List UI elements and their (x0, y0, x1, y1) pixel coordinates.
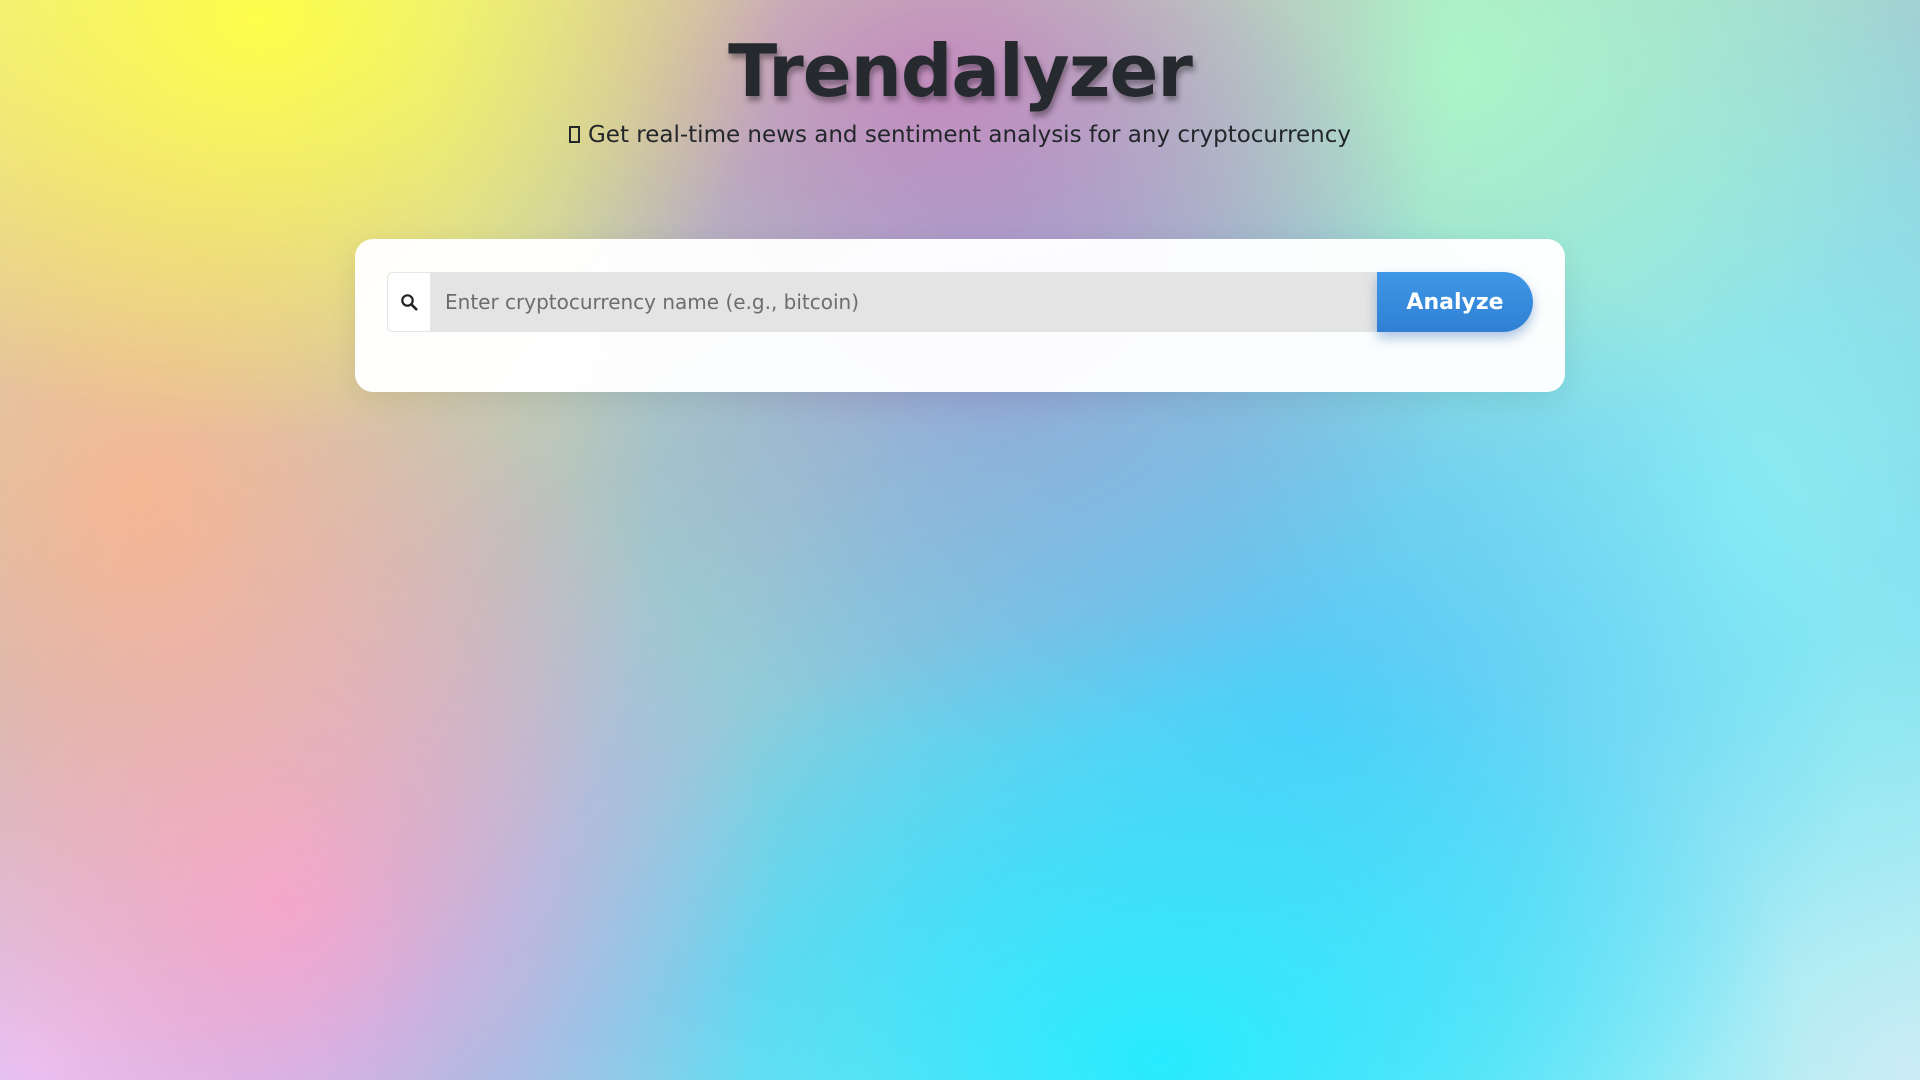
missing-glyph-icon (568, 126, 580, 143)
search-bar: Analyze (387, 272, 1533, 332)
search-input[interactable] (431, 272, 1377, 332)
analyze-button[interactable]: Analyze (1377, 272, 1533, 332)
page-subtitle: Get real-time news and sentiment analysi… (0, 120, 1920, 150)
page-title: Trendalyzer (728, 29, 1193, 113)
subtitle-text: Get real-time news and sentiment analysi… (587, 122, 1352, 148)
gradient-background (0, 0, 1920, 1080)
search-card: Analyze (355, 239, 1565, 392)
search-icon (387, 272, 431, 332)
